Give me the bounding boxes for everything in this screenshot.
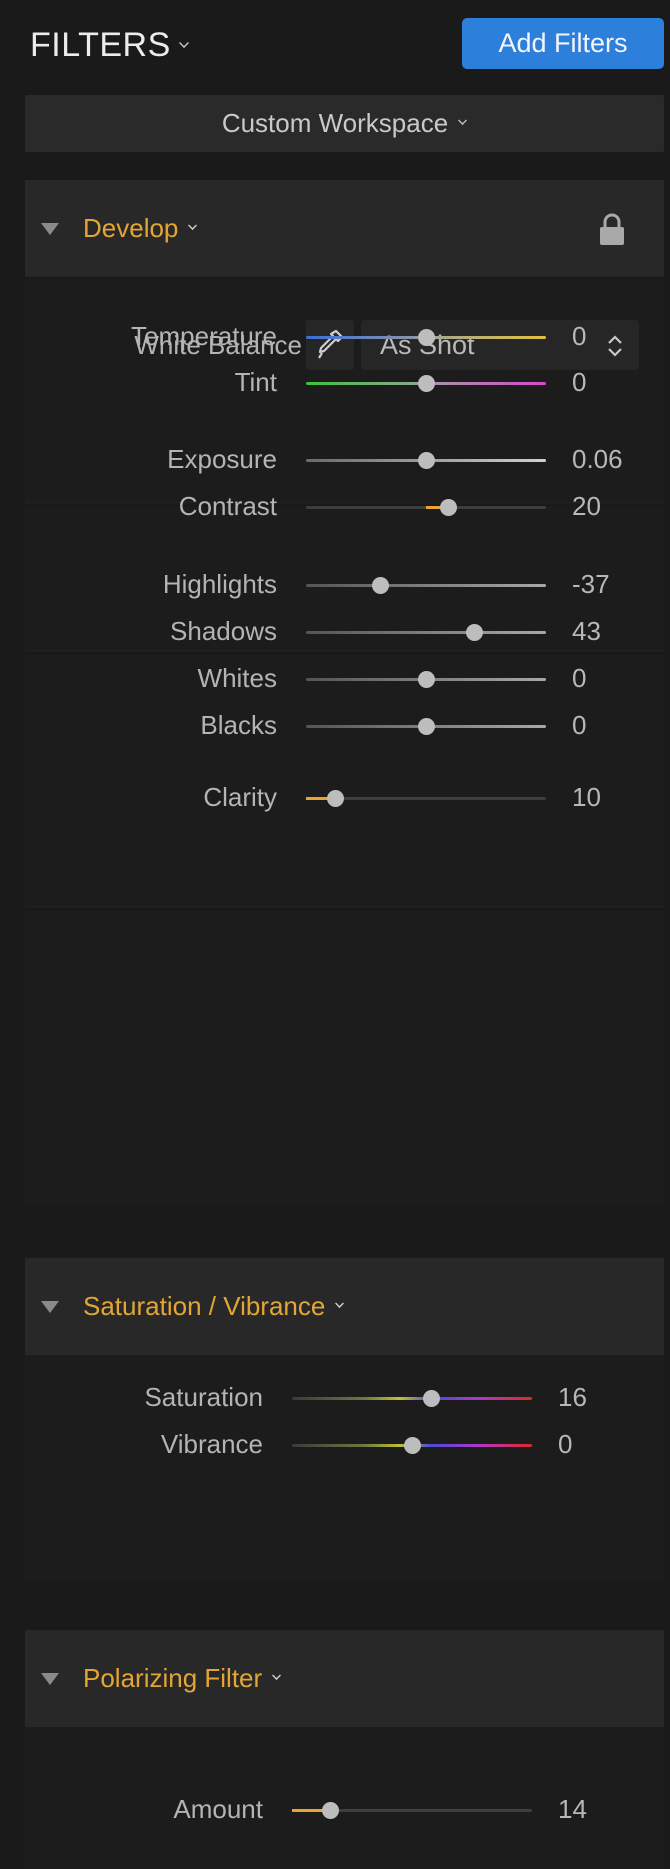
collapse-triangle-icon[interactable]	[41, 1300, 59, 1313]
shadows-slider-thumb[interactable]	[466, 624, 483, 641]
temperature-slider-thumb[interactable]	[418, 329, 435, 346]
chevron-down-icon	[458, 116, 468, 125]
saturation-slider-thumb[interactable]	[423, 1390, 441, 1407]
clarity-slider-row: Clarity 10	[25, 778, 664, 818]
saturation-value[interactable]: 16	[558, 1382, 587, 1413]
vibrance-value[interactable]: 0	[558, 1429, 572, 1460]
amount-slider-thumb[interactable]	[322, 1802, 340, 1819]
polarizing-filter-title: Polarizing Filter	[83, 1663, 263, 1693]
whites-value[interactable]: 0	[572, 663, 586, 694]
add-filters-button[interactable]: Add Filters	[462, 18, 664, 69]
exposure-value[interactable]: 0.06	[572, 444, 623, 475]
shadows-label: Shadows	[170, 616, 277, 646]
filters-menu[interactable]: FILTERS	[30, 26, 189, 65]
filters-header: FILTERS Add Filters	[0, 0, 670, 90]
tint-label: Tint	[234, 367, 277, 397]
exposure-label: Exposure	[167, 444, 277, 474]
saturation-vibrance-section-body: Saturation 16 Vibrance 0	[25, 1355, 664, 1580]
exposure-slider-row: Exposure 0.06	[25, 440, 664, 480]
shadows-value[interactable]: 43	[572, 616, 601, 647]
amount-label: Amount	[173, 1794, 263, 1824]
filters-title: FILTERS	[30, 26, 171, 64]
saturation-slider-track[interactable]	[292, 1397, 532, 1400]
chevron-down-icon[interactable]	[188, 221, 198, 230]
contrast-slider-thumb[interactable]	[439, 499, 457, 516]
contrast-value[interactable]: 20	[572, 491, 601, 522]
highlights-slider-row: Highlights -37	[25, 565, 664, 605]
temperature-label: Temperature	[131, 321, 277, 351]
vibrance-label: Vibrance	[160, 1429, 263, 1459]
whites-slider-row: Whites 0	[25, 659, 664, 699]
blacks-slider-thumb[interactable]	[418, 718, 435, 735]
whites-slider-thumb[interactable]	[418, 671, 435, 688]
collapse-triangle-icon[interactable]	[41, 1672, 59, 1685]
develop-section-body: White Balance As Shot Temperature 0 Tint 0 E…	[25, 277, 664, 1205]
temperature-slider-row: Temperature 0	[25, 317, 664, 357]
lock-icon[interactable]	[598, 212, 626, 246]
clarity-value[interactable]: 10	[572, 782, 601, 813]
vibrance-slider-row: Vibrance 0	[25, 1425, 664, 1465]
workspace-dropdown[interactable]: Custom Workspace	[25, 95, 664, 152]
develop-section-header[interactable]: Develop	[25, 180, 664, 277]
highlights-label: Highlights	[162, 569, 277, 599]
tint-slider-row: Tint 0	[25, 363, 664, 403]
chevron-down-icon[interactable]	[335, 1299, 345, 1308]
whites-label: Whites	[197, 663, 277, 693]
saturation-vibrance-section-header[interactable]: Saturation / Vibrance	[25, 1258, 664, 1355]
saturation-vibrance-title: Saturation / Vibrance	[83, 1291, 326, 1321]
contrast-slider-row: Contrast 20	[25, 487, 664, 527]
clarity-label: Clarity	[203, 782, 277, 812]
highlights-value[interactable]: -37	[572, 569, 610, 600]
workspace-label: Custom Workspace	[221, 108, 449, 138]
saturation-label: Saturation	[144, 1382, 263, 1412]
highlights-slider-thumb[interactable]	[372, 577, 390, 594]
tint-value[interactable]: 0	[572, 367, 586, 398]
exposure-slider-thumb[interactable]	[418, 452, 435, 469]
blacks-label: Blacks	[200, 710, 277, 740]
blacks-value[interactable]: 0	[572, 710, 586, 741]
develop-title: Develop	[83, 213, 179, 243]
polarizing-filter-section-body: Amount 14	[25, 1727, 664, 1869]
vibrance-slider-thumb[interactable]	[404, 1437, 421, 1454]
chevron-down-icon	[178, 37, 189, 48]
amount-value[interactable]: 14	[558, 1794, 587, 1825]
highlights-slider-track[interactable]	[306, 584, 546, 587]
blacks-slider-row: Blacks 0	[25, 706, 664, 746]
clarity-slider-thumb[interactable]	[326, 790, 344, 807]
polarizing-filter-section-header[interactable]: Polarizing Filter	[25, 1630, 664, 1727]
collapse-triangle-icon[interactable]	[41, 222, 59, 235]
saturation-slider-row: Saturation 16	[25, 1378, 664, 1418]
chevron-down-icon[interactable]	[272, 1671, 282, 1680]
contrast-label: Contrast	[178, 491, 277, 521]
temperature-value[interactable]: 0	[572, 321, 586, 352]
shadows-slider-track[interactable]	[306, 631, 546, 634]
clarity-group	[25, 909, 664, 1205]
tint-slider-thumb[interactable]	[418, 375, 435, 392]
amount-slider-row: Amount 14	[25, 1790, 664, 1830]
shadows-slider-row: Shadows 43	[25, 612, 664, 652]
